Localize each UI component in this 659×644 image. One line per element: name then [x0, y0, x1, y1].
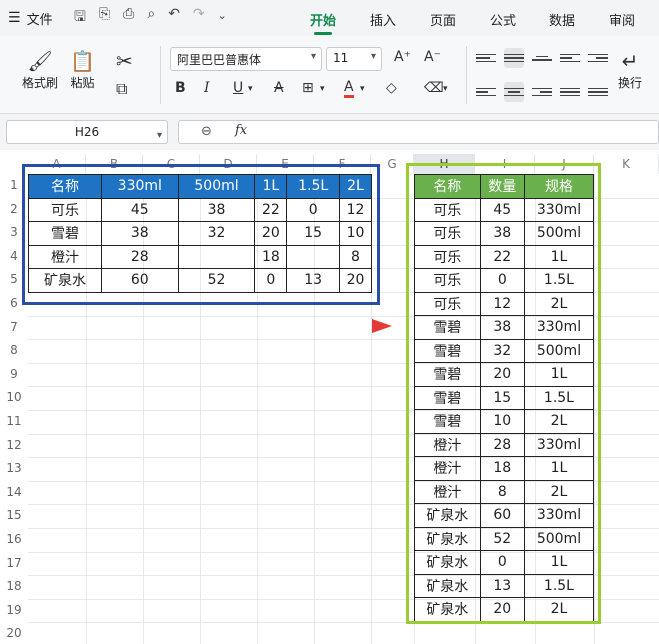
- strikethrough-icon[interactable]: A: [274, 80, 284, 96]
- divider: [160, 46, 161, 104]
- font-size-select[interactable]: 11 ▾: [326, 47, 382, 71]
- align-top-icon[interactable]: [476, 48, 496, 68]
- print-preview-icon[interactable]: ⌕: [147, 6, 155, 30]
- row-header-12[interactable]: 12: [0, 438, 28, 452]
- chevron-down-icon: ▾: [370, 51, 376, 62]
- align-center-icon[interactable]: [504, 82, 524, 102]
- spreadsheet-grid[interactable]: ABCDEFGHIJK 1 2 3 4 5 6 7 8 9 10 11 12 13 14 15 16 17 18 1…: [0, 150, 659, 644]
- chevron-down-icon[interactable]: ▾: [360, 84, 365, 94]
- distribute-icon[interactable]: [588, 82, 608, 102]
- clipboard-icon: 📋: [70, 49, 95, 73]
- cut-button[interactable]: ✂: [116, 48, 133, 74]
- tab-home[interactable]: 开始: [310, 10, 336, 35]
- row-header-19[interactable]: 19: [0, 603, 28, 617]
- tab-data[interactable]: 数据: [549, 10, 575, 29]
- format-painter-button[interactable]: 🖌 格式刷: [22, 48, 58, 91]
- file-menu-label: 文件: [26, 12, 53, 28]
- row-header-20[interactable]: 20: [0, 626, 28, 640]
- fill-color-icon[interactable]: ◇: [386, 80, 397, 96]
- formula-bar: H26 ▾ ⊖ fx: [0, 114, 659, 150]
- row-header-14[interactable]: 14: [0, 485, 28, 499]
- name-box[interactable]: H26 ▾: [6, 120, 168, 144]
- paintbrush-icon: 🖌: [27, 49, 53, 73]
- zoom-icon[interactable]: ⊖: [201, 124, 212, 139]
- increase-font-icon[interactable]: A⁺: [394, 49, 411, 65]
- file-menu[interactable]: ☰ 文件: [0, 9, 68, 28]
- tab-page[interactable]: 页面: [430, 10, 456, 29]
- format-painter-label: 格式刷: [22, 76, 59, 90]
- row-header-7[interactable]: 7: [0, 320, 28, 334]
- decrease-font-icon[interactable]: A⁻: [424, 49, 441, 65]
- justify-icon[interactable]: [560, 82, 580, 102]
- export-icon[interactable]: ⎘: [99, 6, 110, 30]
- ribbon: 🖌 格式刷 📋 粘贴 ✂ ⧉ 阿里巴巴普惠体 ▾ 11 ▾ A⁺ A⁻ B I …: [0, 36, 659, 114]
- row-header-9[interactable]: 9: [0, 367, 28, 381]
- save-icon[interactable]: 🖫: [74, 6, 86, 30]
- paste-button[interactable]: 📋 粘贴: [70, 48, 95, 91]
- row-header-10[interactable]: 10: [0, 390, 28, 404]
- chevron-down-icon: ▾: [310, 51, 316, 62]
- menu-bar: ☰ 文件 🖫 ⎘ ⎙ ⌕ ↶ ↷ ⌄ 开始 插入 页面 公式 数据 审阅: [0, 0, 659, 36]
- chevron-down-icon[interactable]: ▾: [443, 84, 448, 94]
- arrow-icon: [236, 319, 392, 333]
- copy-button[interactable]: ⧉: [116, 76, 127, 102]
- scissors-icon: ✂: [116, 49, 133, 73]
- tab-formulas[interactable]: 公式: [490, 10, 516, 29]
- alignment-group: [476, 48, 616, 104]
- divider: [466, 46, 467, 104]
- tab-review[interactable]: 审阅: [609, 10, 635, 29]
- font-family-select[interactable]: 阿里巴巴普惠体 ▾: [170, 47, 322, 71]
- align-left-icon[interactable]: [476, 82, 496, 102]
- row-header-15[interactable]: 15: [0, 508, 28, 522]
- row-header-13[interactable]: 13: [0, 461, 28, 475]
- outdent-icon[interactable]: [588, 48, 608, 68]
- redo-icon[interactable]: ↷: [193, 6, 205, 30]
- font-color-icon[interactable]: A: [344, 80, 354, 98]
- indent-icon[interactable]: [560, 48, 580, 68]
- row-header-8[interactable]: 8: [0, 343, 28, 357]
- align-right-icon[interactable]: [532, 82, 552, 102]
- chevron-down-icon[interactable]: ▾: [248, 84, 253, 94]
- formula-input[interactable]: ⊖ fx: [178, 120, 659, 144]
- chevron-down-icon: ▾: [156, 130, 162, 141]
- row-header-16[interactable]: 16: [0, 532, 28, 546]
- paste-label: 粘贴: [70, 76, 95, 90]
- row-header-18[interactable]: 18: [0, 579, 28, 593]
- wrap-text-button[interactable]: ↵ 换行: [618, 48, 642, 91]
- row-header-11[interactable]: 11: [0, 414, 28, 428]
- undo-icon[interactable]: ↶: [168, 6, 180, 30]
- source-table-frame: [22, 164, 380, 305]
- fx-icon[interactable]: fx: [235, 123, 247, 138]
- italic-icon[interactable]: I: [204, 80, 210, 96]
- quick-access-toolbar: 🖫 ⎘ ⎙ ⌕ ↶ ↷ ⌄: [74, 6, 227, 30]
- align-middle-icon[interactable]: [504, 48, 524, 68]
- tab-insert[interactable]: 插入: [370, 10, 396, 29]
- chevron-down-icon[interactable]: ⌄: [218, 9, 227, 30]
- wrap-text-icon: ↵: [621, 49, 639, 73]
- copy-icon: ⧉: [116, 79, 128, 98]
- font-family-value: 阿里巴巴普惠体: [177, 53, 262, 67]
- eraser-icon[interactable]: ⌫: [424, 80, 444, 96]
- borders-icon[interactable]: ⊞: [302, 80, 314, 96]
- underline-icon[interactable]: U: [233, 80, 243, 96]
- print-icon[interactable]: ⎙: [123, 6, 134, 30]
- font-size-value: 11: [333, 51, 349, 65]
- row-header-17[interactable]: 17: [0, 556, 28, 570]
- wrap-text-label: 换行: [618, 76, 643, 90]
- hamburger-icon: ☰: [8, 10, 21, 26]
- chevron-down-icon[interactable]: ▾: [320, 84, 325, 94]
- result-table-frame: [406, 163, 601, 624]
- column-header-K[interactable]: K: [594, 154, 659, 174]
- bold-icon[interactable]: B: [175, 80, 186, 96]
- align-bottom-icon[interactable]: [532, 48, 552, 68]
- name-box-value: H26: [74, 125, 100, 139]
